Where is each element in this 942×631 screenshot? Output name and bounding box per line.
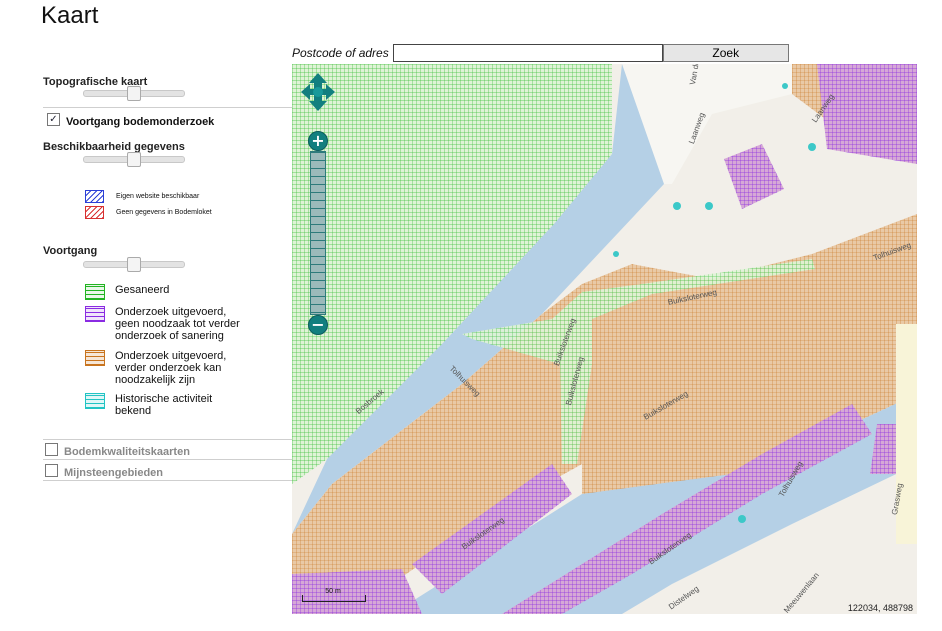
search-input[interactable] <box>392 44 663 62</box>
legend-historische-activiteit: Historische activiteit bekend <box>85 393 212 417</box>
divider <box>43 480 292 481</box>
legend-geen-gegevens: Geen gegevens in Bodemloket <box>85 206 212 219</box>
voortgang-bodem-label[interactable]: Voortgang bodemonderzoek <box>66 116 214 128</box>
grid-purple-swatch <box>85 306 105 322</box>
voortgang-bodem-checkbox[interactable]: ✓ <box>47 113 60 126</box>
hatch-blue-swatch <box>85 190 104 203</box>
legend-line: geen noodzaak tot verder <box>115 318 240 330</box>
historic-dot <box>613 251 619 257</box>
zoom-control[interactable]: + − <box>308 131 328 335</box>
bodemkwaliteit-label[interactable]: Bodemkwaliteitskaarten <box>64 446 190 458</box>
historic-dot <box>808 143 816 151</box>
map-viewport[interactable]: Laanweg Laanweg Bosbroek Tolhuisweg Buik… <box>292 64 917 614</box>
bodemkwaliteit-checkbox[interactable] <box>45 443 58 456</box>
slider-thumb[interactable] <box>127 257 141 272</box>
grid-orange-swatch <box>85 350 105 366</box>
historic-dot <box>782 83 788 89</box>
legend-line: noodzakelijk zijn <box>115 374 196 386</box>
divider <box>43 439 292 440</box>
zoom-in-icon[interactable]: + <box>308 131 328 151</box>
zoom-slider-track[interactable] <box>310 151 326 315</box>
historic-dot <box>738 515 746 523</box>
search-label: Postcode of adres <box>292 46 389 60</box>
legend-label: Eigen website beschikbaar <box>116 193 200 200</box>
voortgang-title: Voortgang <box>43 245 98 257</box>
divider <box>43 459 292 460</box>
scale-bar: 50 m <box>302 588 366 602</box>
layers-sidebar: Topografische kaart ✓ Voortgang bodemond… <box>0 0 292 631</box>
zoom-out-icon[interactable]: − <box>308 315 328 335</box>
legend-line: Historische activiteit <box>115 393 213 405</box>
coordinates-readout: 122034, 488798 <box>847 603 913 613</box>
legend-line: Onderzoek uitgevoerd, <box>115 350 227 362</box>
beschikbaarheid-opacity-slider[interactable] <box>83 152 185 167</box>
legend-label: Geen gegevens in Bodemloket <box>116 209 212 216</box>
historic-dot <box>705 202 713 210</box>
mijnsteen-label[interactable]: Mijnsteengebieden <box>64 467 163 479</box>
divider <box>43 107 292 108</box>
map-canvas <box>292 64 917 614</box>
legend-line: Gesaneerd <box>115 284 170 296</box>
legend-eigen-website: Eigen website beschikbaar <box>85 190 199 203</box>
mijnsteen-checkbox[interactable] <box>45 464 58 477</box>
voortgang-opacity-slider[interactable] <box>83 257 185 272</box>
pan-control[interactable] <box>300 72 336 112</box>
hatch-red-swatch <box>85 206 104 219</box>
legend-verder-onderzoek: Onderzoek uitgevoerd, verder onderzoek k… <box>85 350 226 386</box>
grid-cyan-swatch <box>85 393 105 409</box>
legend-line: bekend <box>115 405 152 417</box>
legend-geen-noodzaak: Onderzoek uitgevoerd, geen noodzaak tot … <box>85 306 240 342</box>
legend-gesaneerd: Gesaneerd <box>85 284 169 300</box>
search-button[interactable]: Zoek <box>662 44 789 62</box>
purple-block <box>817 64 917 164</box>
search-bar: Postcode of adres Zoek <box>292 44 789 62</box>
slider-thumb[interactable] <box>127 152 141 167</box>
scale-label: 50 m <box>325 588 341 595</box>
topo-opacity-slider[interactable] <box>83 86 185 101</box>
grid-green-swatch <box>85 284 105 300</box>
legend-line: Onderzoek uitgevoerd, <box>115 306 227 318</box>
pan-arrows-icon[interactable] <box>300 72 336 112</box>
beschikbaarheid-title: Beschikbaarheid gegevens <box>43 141 185 153</box>
historic-dot <box>673 202 681 210</box>
legend-line: onderzoek of sanering <box>115 330 224 342</box>
legend-line: verder onderzoek kan <box>115 362 222 374</box>
slider-thumb[interactable] <box>127 86 141 101</box>
scale-line <box>302 595 366 602</box>
